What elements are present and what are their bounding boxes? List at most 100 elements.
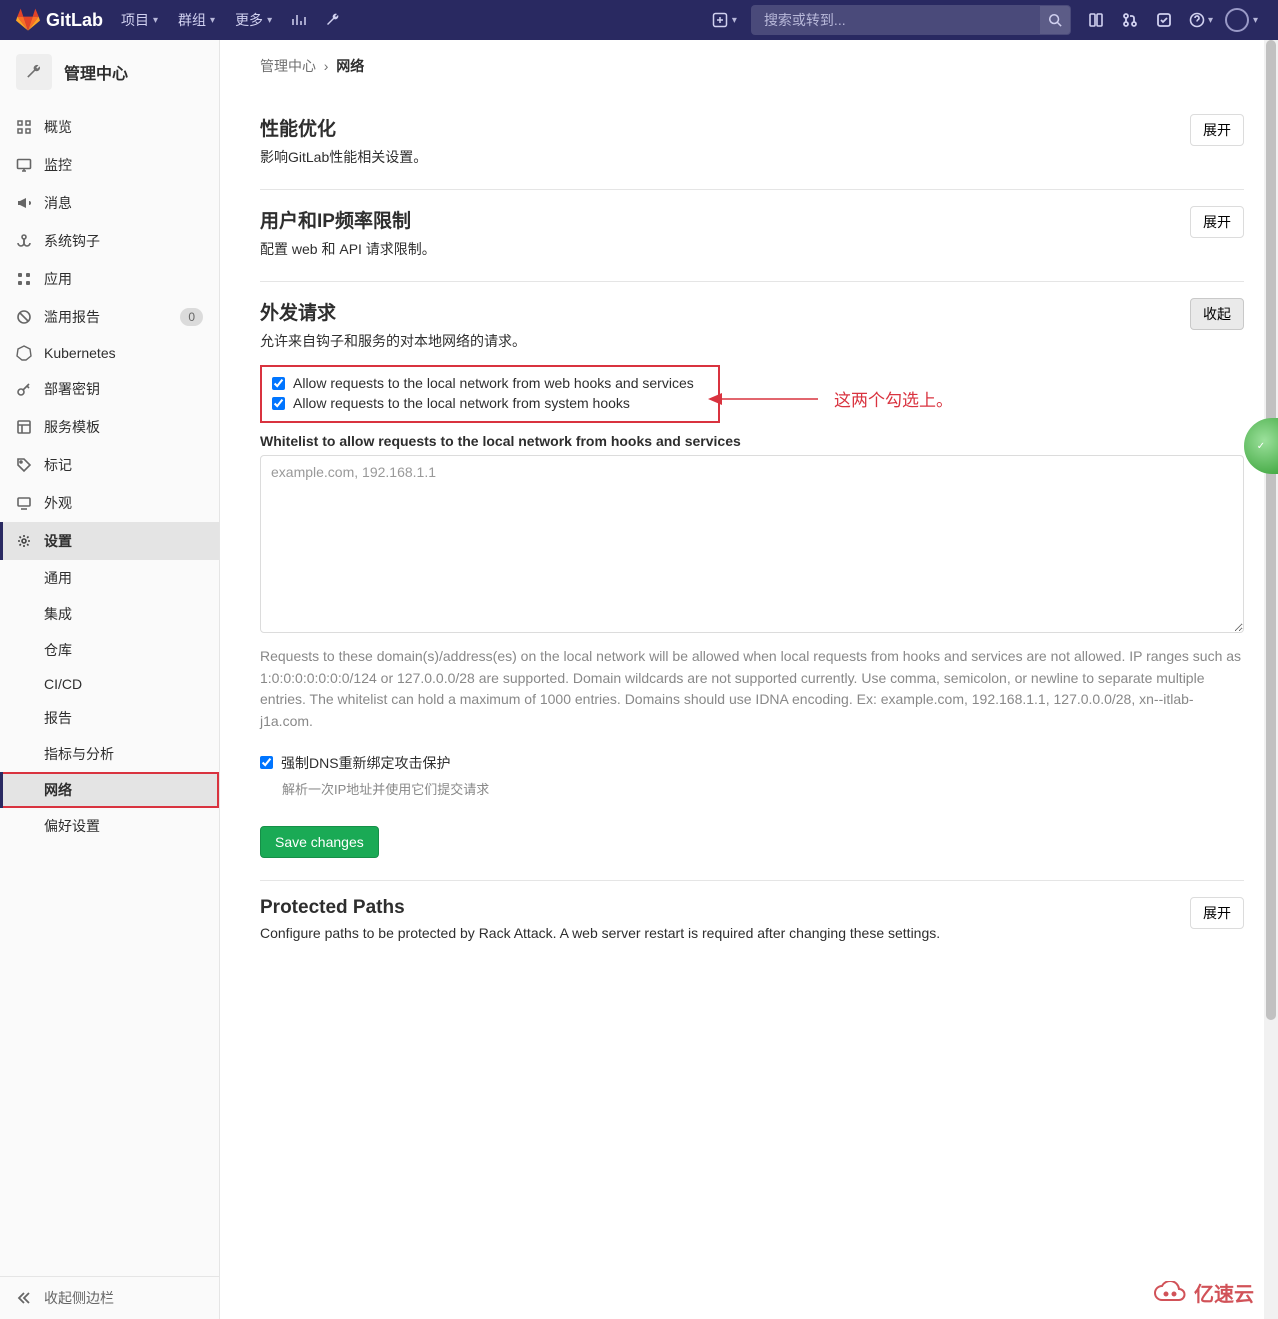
breadcrumb-current: 网络 — [336, 58, 364, 74]
checkbox-dns-rebind[interactable]: 强制DNS重新绑定攻击保护 — [260, 751, 1244, 775]
sidebar-item-applications[interactable]: 应用 — [0, 260, 219, 298]
checkbox-webhooks-local[interactable]: Allow requests to the local network from… — [272, 373, 708, 393]
dns-help-text: 解析一次IP地址并使用它们提交请求 — [282, 779, 1244, 798]
todos-icon[interactable] — [1147, 0, 1181, 40]
nav-more[interactable]: 更多▾ — [225, 0, 282, 40]
section-title: Protected Paths — [260, 897, 1174, 919]
chevron-down-icon: ▾ — [1253, 15, 1258, 26]
sidebar-sub-network[interactable]: 网络 — [0, 772, 219, 808]
sidebar-sub-reporting[interactable]: 报告 — [0, 700, 219, 736]
sidebar-item-overview[interactable]: 概览 — [0, 108, 219, 146]
search-input[interactable] — [752, 12, 1040, 28]
section-title: 外发请求 — [260, 298, 1174, 325]
collapse-sidebar[interactable]: 收起侧边栏 — [0, 1276, 219, 1319]
sidebar-context-header[interactable]: 管理中心 — [0, 40, 219, 108]
sidebar-sub-general[interactable]: 通用 — [0, 560, 219, 596]
section-desc: 允许来自钩子和服务的对本地网络的请求。 — [260, 331, 1174, 351]
breadcrumb: 管理中心 › 网络 — [260, 56, 1244, 76]
wrench-icon — [16, 54, 52, 90]
help-dropdown[interactable]: ▾ — [1181, 0, 1217, 40]
search-icon — [1048, 13, 1062, 27]
avatar — [1225, 8, 1249, 32]
top-nav: GitLab 项目▾ 群组▾ 更多▾ ▾ ▾ ▾ — [0, 0, 1278, 40]
checkbox-input[interactable] — [272, 397, 285, 410]
issues-icon[interactable] — [1079, 0, 1113, 40]
sidebar-item-kubernetes[interactable]: Kubernetes — [0, 336, 219, 370]
search-button[interactable] — [1040, 6, 1070, 34]
nav-projects[interactable]: 项目▾ — [111, 0, 168, 40]
section-rate-limits: 用户和IP频率限制 配置 web 和 API 请求限制。 展开 — [260, 190, 1244, 282]
key-icon — [16, 381, 32, 397]
chevron-down-icon: ▾ — [732, 15, 737, 26]
expand-button[interactable]: 展开 — [1190, 897, 1244, 929]
breadcrumb-parent[interactable]: 管理中心 — [260, 58, 316, 74]
nav-groups[interactable]: 群组▾ — [168, 0, 225, 40]
appearance-icon — [16, 495, 32, 511]
sidebar-item-settings[interactable]: 设置 — [0, 522, 219, 560]
section-title: 用户和IP频率限制 — [260, 206, 1174, 233]
annotation-arrow: 这两个勾选上。 — [708, 386, 953, 411]
main-content: 管理中心 › 网络 性能优化 影响GitLab性能相关设置。 展开 用户和IP频… — [220, 40, 1264, 1319]
whitelist-label: Whitelist to allow requests to the local… — [260, 433, 1244, 449]
plus-square-icon — [712, 12, 728, 28]
sidebar-title: 管理中心 — [64, 60, 128, 84]
expand-button[interactable]: 展开 — [1190, 114, 1244, 146]
admin-wrench-icon[interactable] — [316, 0, 350, 40]
section-desc: Configure paths to be protected by Rack … — [260, 925, 1174, 941]
sidebar-item-monitoring[interactable]: 监控 — [0, 146, 219, 184]
annotation-text: 这两个勾选上。 — [834, 386, 953, 411]
chevron-down-icon: ▾ — [153, 15, 158, 26]
whitelist-help-text: Requests to these domain(s)/address(es) … — [260, 646, 1244, 733]
chevron-down-icon: ▾ — [1208, 15, 1213, 26]
chevron-down-icon: ▾ — [210, 15, 215, 26]
question-icon — [1189, 12, 1205, 28]
expand-button[interactable]: 展开 — [1190, 206, 1244, 238]
section-outbound: 外发请求 允许来自钩子和服务的对本地网络的请求。 收起 Allow reques… — [260, 282, 1244, 881]
sidebar-sub-integrations[interactable]: 集成 — [0, 596, 219, 632]
sidebar-sub-preferences[interactable]: 偏好设置 — [0, 808, 219, 844]
section-performance: 性能优化 影响GitLab性能相关设置。 展开 — [260, 98, 1244, 190]
brand-text: GitLab — [46, 10, 103, 31]
checkbox-input[interactable] — [272, 377, 285, 390]
kubernetes-icon — [16, 345, 32, 361]
applications-icon — [16, 271, 32, 287]
sidebar-item-service-templates[interactable]: 服务模板 — [0, 408, 219, 446]
vertical-scrollbar[interactable] — [1264, 40, 1278, 1319]
save-changes-button[interactable]: Save changes — [260, 826, 379, 858]
sidebar-sub-repository[interactable]: 仓库 — [0, 632, 219, 668]
sidebar-item-system-hooks[interactable]: 系统钩子 — [0, 222, 219, 260]
section-title: 性能优化 — [260, 114, 1174, 141]
search-box[interactable] — [751, 5, 1071, 35]
checkbox-systemhooks-local[interactable]: Allow requests to the local network from… — [272, 393, 708, 413]
gitlab-logo[interactable]: GitLab — [16, 8, 103, 32]
new-dropdown[interactable]: ▾ — [702, 0, 743, 40]
sidebar-item-deploy-keys[interactable]: 部署密钥 — [0, 370, 219, 408]
overview-icon — [16, 119, 32, 135]
sidebar-sub-cicd[interactable]: CI/CD — [0, 668, 219, 700]
section-desc: 配置 web 和 API 请求限制。 — [260, 239, 1174, 259]
chevron-down-icon: ▾ — [267, 15, 272, 26]
template-icon — [16, 419, 32, 435]
spam-icon — [16, 309, 32, 325]
chevrons-left-icon — [16, 1290, 32, 1306]
labels-icon — [16, 457, 32, 473]
activity-icon[interactable] — [282, 0, 316, 40]
user-menu[interactable]: ▾ — [1221, 8, 1262, 32]
hook-icon — [16, 233, 32, 249]
sidebar-item-messages[interactable]: 消息 — [0, 184, 219, 222]
scrollbar-thumb[interactable] — [1266, 40, 1276, 1020]
sidebar-item-labels[interactable]: 标记 — [0, 446, 219, 484]
sidebar-item-abuse-reports[interactable]: 滥用报告0 — [0, 298, 219, 336]
abuse-count-badge: 0 — [180, 308, 203, 326]
watermark: 亿速云 — [1152, 1278, 1254, 1307]
sidebar-item-appearance[interactable]: 外观 — [0, 484, 219, 522]
collapse-button[interactable]: 收起 — [1190, 298, 1244, 330]
sidebar-sub-metrics[interactable]: 指标与分析 — [0, 736, 219, 772]
checkbox-input[interactable] — [260, 756, 273, 769]
monitor-icon — [16, 157, 32, 173]
merge-requests-icon[interactable] — [1113, 0, 1147, 40]
section-desc: 影响GitLab性能相关设置。 — [260, 147, 1174, 167]
arrow-icon — [708, 387, 820, 411]
gear-icon — [16, 533, 32, 549]
whitelist-textarea[interactable] — [260, 455, 1244, 633]
